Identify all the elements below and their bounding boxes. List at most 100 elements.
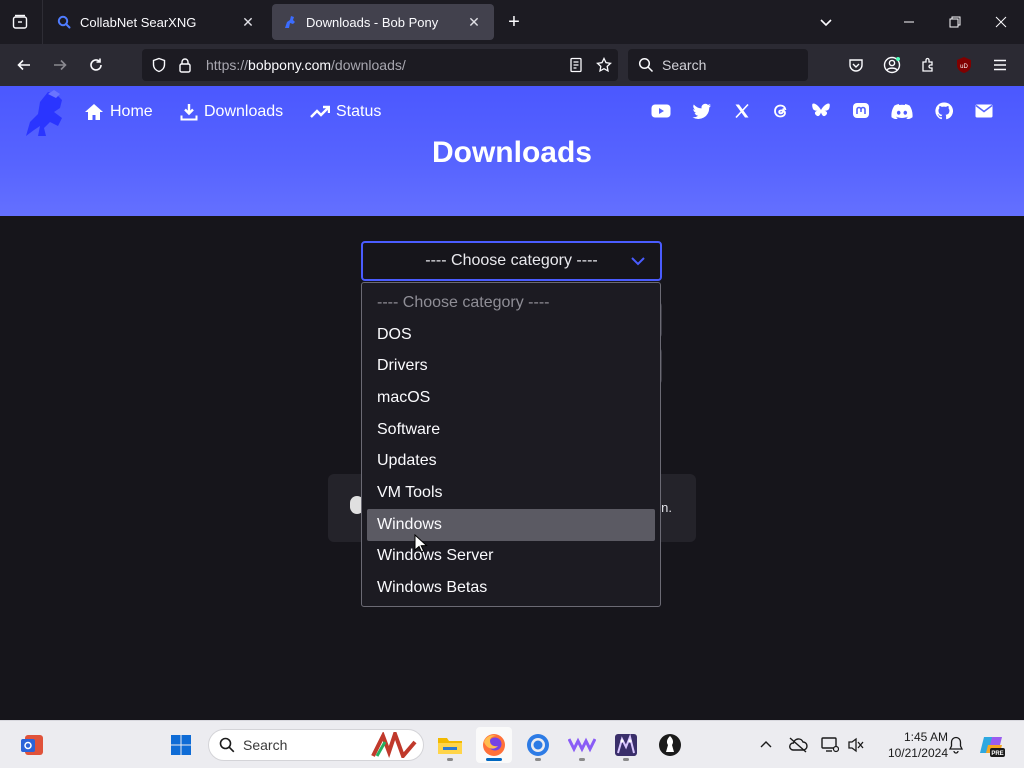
tab-title: Downloads - Bob Pony: [306, 14, 439, 30]
running-indicator: [447, 758, 453, 761]
system-clock[interactable]: 1:45 AM 10/21/2024: [872, 729, 948, 761]
svg-text:PRE: PRE: [991, 751, 1003, 757]
cloud-offline-icon[interactable]: [788, 735, 808, 755]
dropdown-option-placeholder[interactable]: ---- Choose category ----: [367, 287, 655, 319]
restore-window-button[interactable]: [932, 0, 978, 44]
back-arrow-icon[interactable]: [10, 51, 38, 79]
address-bar[interactable]: https://bobpony.com/downloads/: [142, 49, 618, 81]
notification-bell-icon[interactable]: [946, 735, 966, 755]
threads-icon[interactable]: [770, 100, 792, 122]
forward-arrow-icon[interactable]: [46, 51, 74, 79]
email-icon[interactable]: [973, 100, 995, 122]
minimize-window-button[interactable]: [886, 0, 932, 44]
dropdown-option[interactable]: Drivers: [367, 350, 655, 382]
volume-muted-icon[interactable]: [846, 735, 866, 755]
url-host: bobpony.com: [248, 57, 332, 73]
dropdown-option[interactable]: Software: [367, 414, 655, 446]
x-icon[interactable]: [731, 100, 753, 122]
nav-downloads-link[interactable]: Downloads: [180, 99, 283, 125]
twitter-icon[interactable]: [691, 100, 713, 122]
chevron-down-icon: [630, 254, 646, 268]
url-text: https://bobpony.com/downloads/: [206, 57, 562, 73]
home-icon: [84, 103, 104, 121]
bluesky-icon[interactable]: [810, 100, 832, 122]
pocket-icon[interactable]: [842, 51, 870, 79]
nav-downloads-label: Downloads: [204, 103, 284, 120]
mastodon-icon[interactable]: [850, 100, 872, 122]
web-page: Home Downloads Status Downloads n. ---- …: [0, 86, 1024, 720]
running-indicator: [486, 758, 502, 761]
mouse-pointer-icon: [414, 533, 428, 559]
chevron-down-icon[interactable]: [814, 10, 838, 34]
search-icon: [638, 57, 654, 73]
pony-favicon-icon: [282, 14, 298, 30]
app-icon[interactable]: [564, 727, 600, 763]
tab-downloads[interactable]: Downloads - Bob Pony ✕: [272, 4, 494, 40]
app-icon[interactable]: [652, 727, 688, 763]
search-icon: [219, 737, 235, 753]
nav-home-link[interactable]: Home: [84, 99, 153, 125]
youtube-icon[interactable]: [650, 100, 672, 122]
extension-badge-text: uD: [960, 64, 968, 70]
github-icon[interactable]: [933, 100, 955, 122]
ublock-origin-icon[interactable]: uD: [950, 51, 978, 79]
dropdown-option[interactable]: VM Tools: [367, 477, 655, 509]
category-select-value: ---- Choose category ----: [425, 252, 598, 269]
reload-icon[interactable]: [82, 51, 110, 79]
taskbar-search-label: Search: [243, 737, 288, 753]
taskbar-search-box[interactable]: Search: [208, 727, 424, 761]
download-icon: [180, 103, 198, 121]
nav-status-link[interactable]: Status: [310, 99, 381, 125]
shield-icon[interactable]: [146, 49, 172, 81]
copilot-pre-icon[interactable]: PRE: [974, 727, 1010, 763]
browser-navigation-bar: https://bobpony.com/downloads/ Search uD: [0, 44, 1024, 86]
clock-date: 10/21/2024: [887, 746, 948, 760]
windows-start-icon[interactable]: [163, 727, 199, 763]
search-highlight-art-icon: [371, 727, 417, 761]
info-card-text: n.: [661, 500, 672, 515]
tab-list-icon[interactable]: [6, 8, 34, 36]
close-icon[interactable]: ✕: [238, 12, 258, 32]
dropdown-option[interactable]: Windows Server: [367, 541, 655, 573]
browser-tab-bar: CollabNet SearXNG ✕ Downloads - Bob Pony…: [0, 0, 1024, 44]
dropdown-option[interactable]: Windows Betas: [367, 572, 655, 604]
page-title: Downloads: [431, 136, 592, 169]
dropdown-option[interactable]: DOS: [367, 319, 655, 351]
bobpony-logo[interactable]: [20, 88, 72, 138]
tab-searxng[interactable]: CollabNet SearXNG ✕: [46, 4, 268, 40]
running-indicator: [623, 758, 629, 761]
category-dropdown-list: ---- Choose category ---- DOS Drivers ma…: [361, 282, 661, 607]
reader-view-icon[interactable]: [562, 49, 590, 81]
extensions-icon[interactable]: [914, 51, 942, 79]
running-indicator: [535, 758, 541, 761]
discord-icon[interactable]: [891, 100, 913, 122]
url-prefix: https://: [206, 57, 249, 73]
chrome-icon[interactable]: [520, 727, 556, 763]
site-navigation: Home Downloads Status: [0, 86, 1024, 138]
copilot-app-icon[interactable]: [14, 727, 50, 763]
dropdown-option[interactable]: macOS: [367, 382, 655, 414]
search-icon: [56, 14, 72, 30]
close-icon[interactable]: ✕: [464, 12, 484, 32]
tab-title: CollabNet SearXNG: [80, 14, 197, 30]
chevron-up-icon[interactable]: [756, 735, 776, 755]
menu-hamburger-icon[interactable]: [986, 51, 1014, 79]
firefox-icon[interactable]: [476, 727, 512, 763]
account-icon[interactable]: [878, 51, 906, 79]
search-placeholder: Search: [662, 57, 707, 73]
app-icon[interactable]: [608, 727, 644, 763]
file-explorer-icon[interactable]: [432, 727, 468, 763]
close-window-button[interactable]: [978, 0, 1024, 44]
lock-icon[interactable]: [172, 49, 198, 81]
nav-home-label: Home: [110, 103, 153, 120]
windows-taskbar: Search 1:45 AM 10/21/2024 PRE: [0, 720, 1024, 768]
trending-up-icon: [310, 104, 330, 120]
dropdown-option-highlighted[interactable]: Windows: [367, 508, 655, 541]
browser-search-input[interactable]: Search: [628, 49, 808, 81]
bookmark-star-icon[interactable]: [590, 49, 618, 81]
network-icon[interactable]: [820, 735, 840, 755]
dropdown-option[interactable]: Updates: [367, 445, 655, 477]
new-tab-icon[interactable]: +: [502, 10, 526, 34]
category-select[interactable]: ---- Choose category ----: [361, 241, 662, 281]
url-path: /downloads/: [331, 57, 406, 73]
